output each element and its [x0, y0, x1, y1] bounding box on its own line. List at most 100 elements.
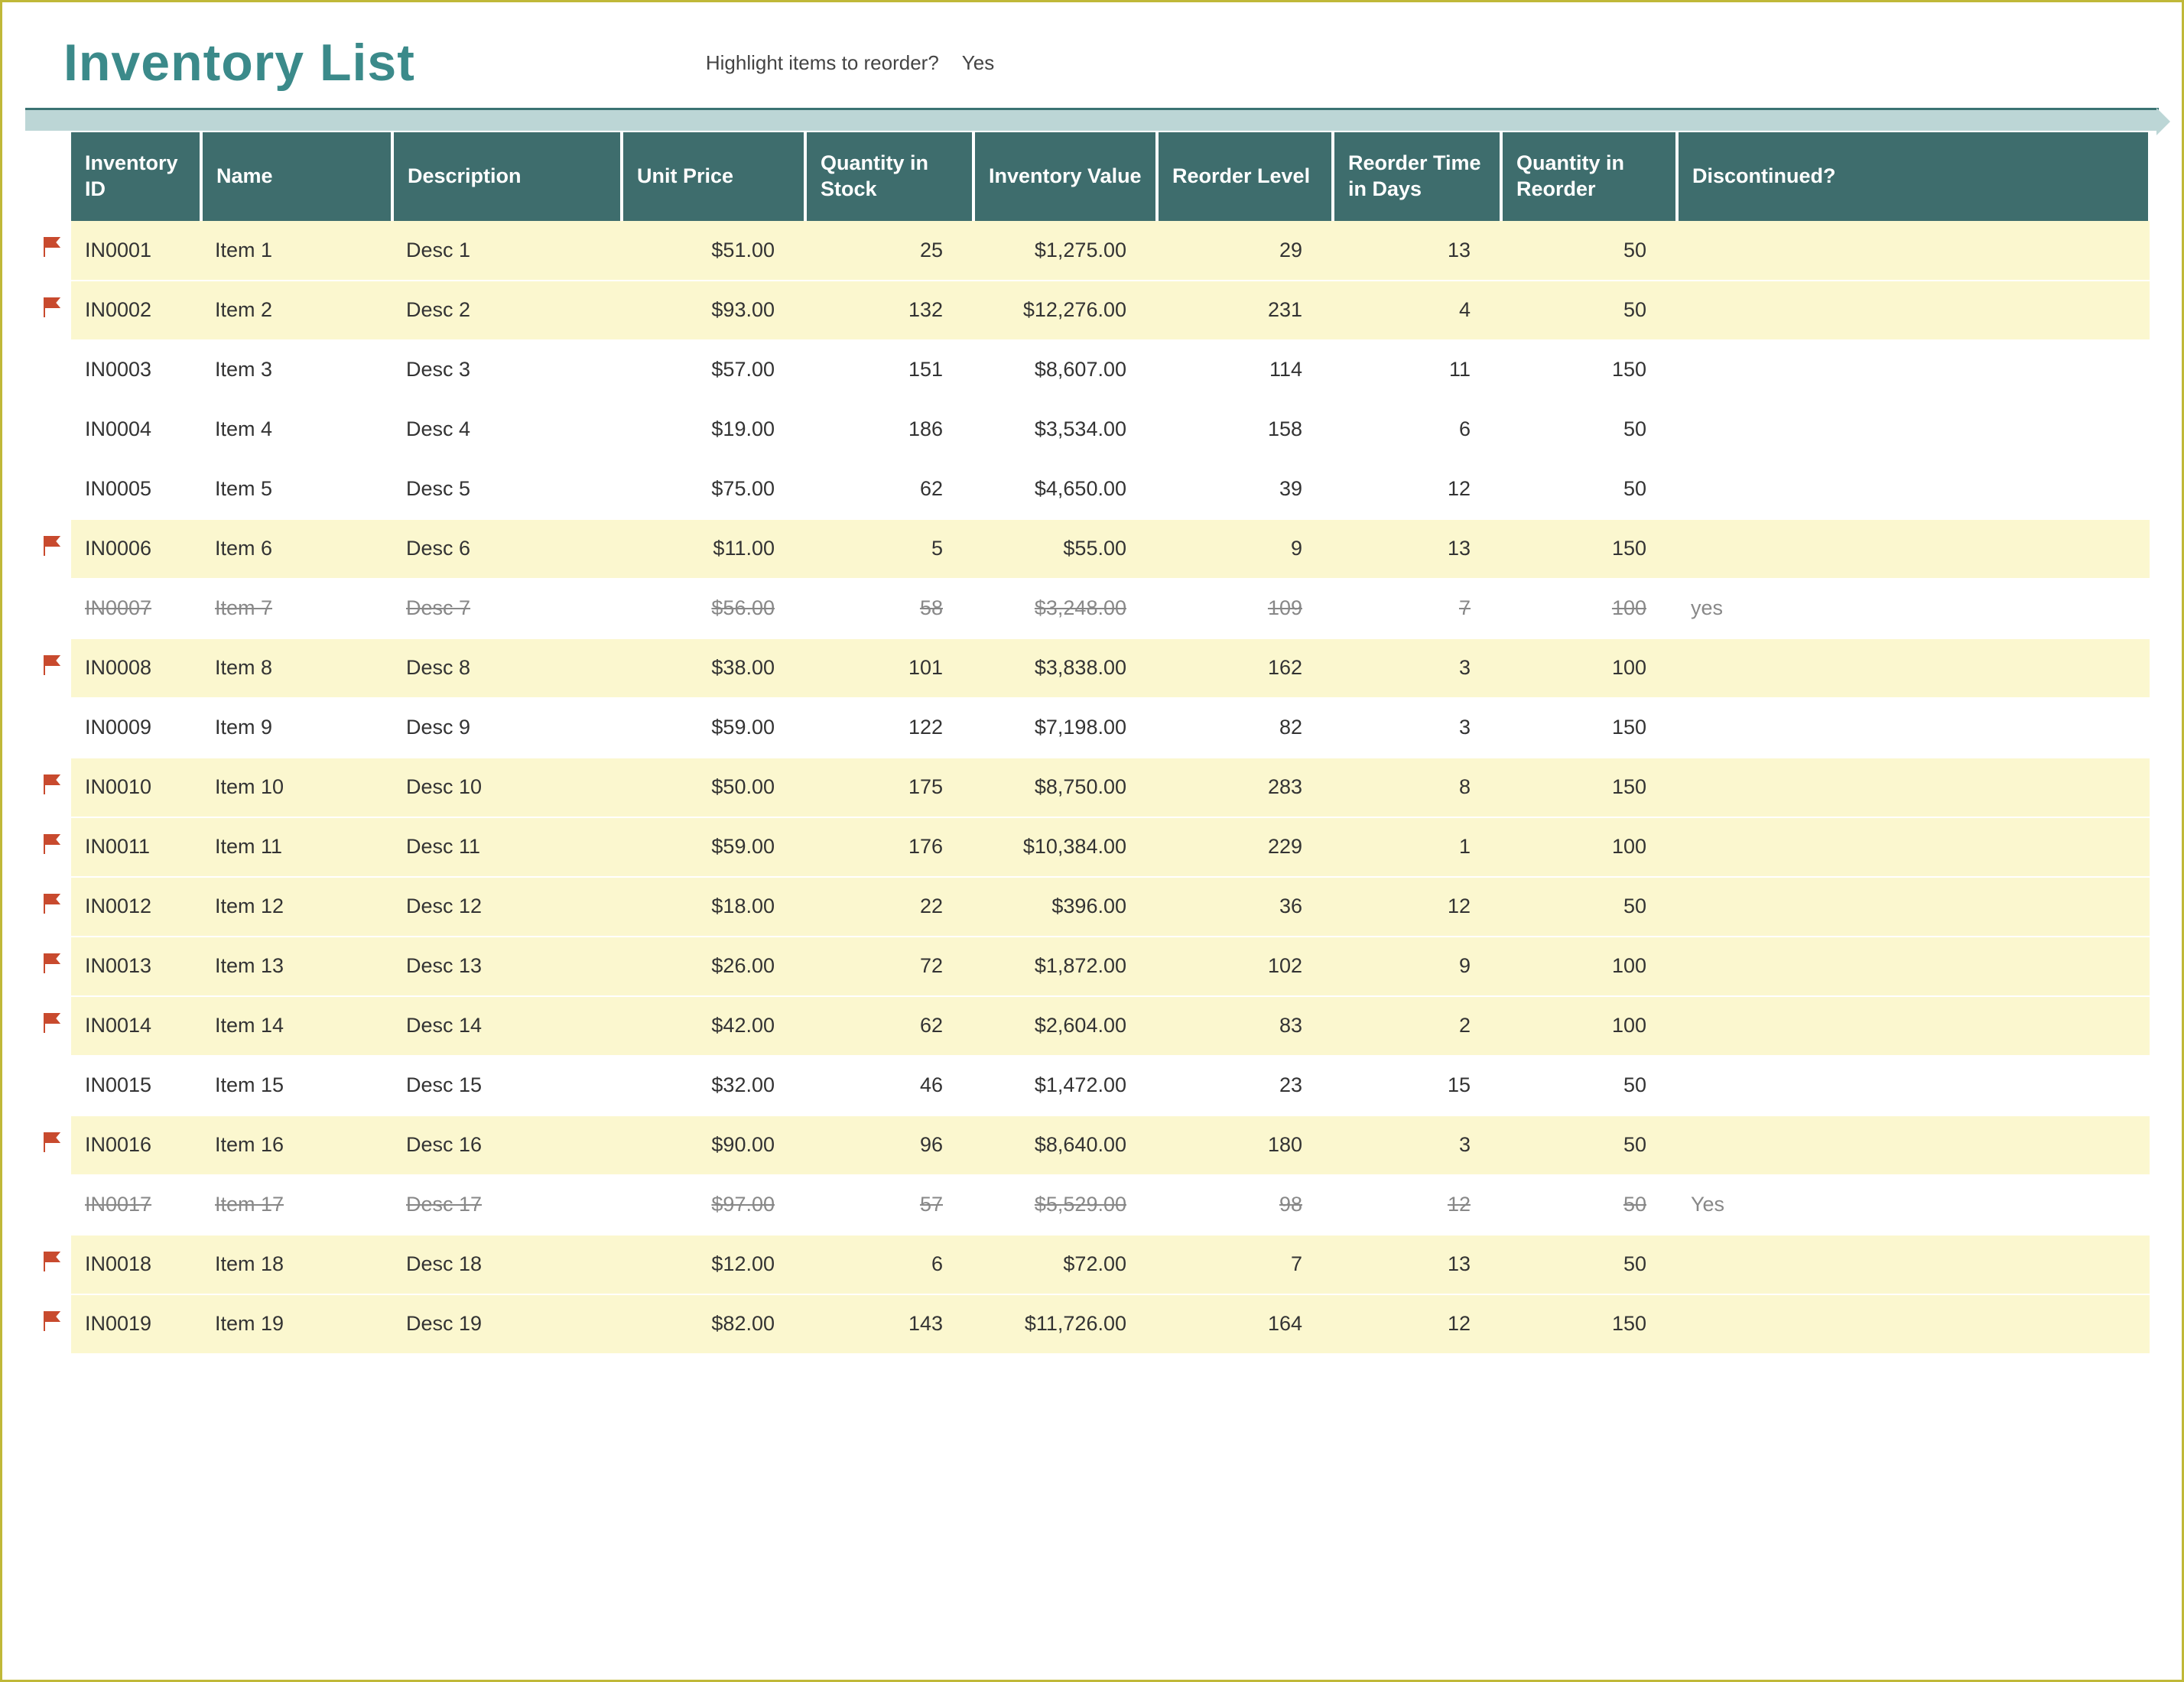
table-row[interactable]: IN0018Item 18Desc 18$12.006$72.0071350: [33, 1235, 2150, 1294]
cell-desc[interactable]: Desc 5: [392, 459, 622, 519]
cell-id[interactable]: IN0018: [71, 1235, 201, 1294]
cell-name[interactable]: Item 5: [201, 459, 392, 519]
cell-qtyreorder[interactable]: 100: [1501, 817, 1677, 877]
cell-desc[interactable]: Desc 11: [392, 817, 622, 877]
cell-days[interactable]: 3: [1333, 1115, 1501, 1175]
cell-desc[interactable]: Desc 15: [392, 1056, 622, 1115]
cell-days[interactable]: 3: [1333, 638, 1501, 698]
cell-price[interactable]: $90.00: [622, 1115, 805, 1175]
cell-id[interactable]: IN0012: [71, 877, 201, 937]
cell-qty[interactable]: 176: [805, 817, 973, 877]
cell-price[interactable]: $51.00: [622, 221, 805, 281]
cell-price[interactable]: $19.00: [622, 400, 805, 459]
cell-discontinued[interactable]: [1677, 817, 2150, 877]
cell-name[interactable]: Item 19: [201, 1294, 392, 1354]
cell-qtyreorder[interactable]: 150: [1501, 1294, 1677, 1354]
cell-reorder[interactable]: 83: [1157, 996, 1333, 1056]
cell-days[interactable]: 13: [1333, 221, 1501, 281]
cell-desc[interactable]: Desc 9: [392, 698, 622, 758]
cell-qtyreorder[interactable]: 50: [1501, 1115, 1677, 1175]
cell-name[interactable]: Item 4: [201, 400, 392, 459]
cell-reorder[interactable]: 36: [1157, 877, 1333, 937]
cell-days[interactable]: 15: [1333, 1056, 1501, 1115]
cell-reorder[interactable]: 9: [1157, 519, 1333, 579]
table-row[interactable]: IN0019Item 19Desc 19$82.00143$11,726.001…: [33, 1294, 2150, 1354]
cell-id[interactable]: IN0004: [71, 400, 201, 459]
cell-price[interactable]: $82.00: [622, 1294, 805, 1354]
col-discontinued[interactable]: Discontinued?: [1677, 132, 2150, 221]
table-row[interactable]: IN0016Item 16Desc 16$90.0096$8,640.00180…: [33, 1115, 2150, 1175]
cell-discontinued[interactable]: [1677, 698, 2150, 758]
table-row[interactable]: IN0009Item 9Desc 9$59.00122$7,198.008231…: [33, 698, 2150, 758]
cell-desc[interactable]: Desc 7: [392, 579, 622, 638]
cell-qty[interactable]: 101: [805, 638, 973, 698]
cell-name[interactable]: Item 2: [201, 281, 392, 340]
cell-id[interactable]: IN0017: [71, 1175, 201, 1235]
table-row[interactable]: IN0015Item 15Desc 15$32.0046$1,472.00231…: [33, 1056, 2150, 1115]
cell-days[interactable]: 13: [1333, 1235, 1501, 1294]
col-id[interactable]: Inventory ID: [71, 132, 201, 221]
cell-price[interactable]: $11.00: [622, 519, 805, 579]
cell-reorder[interactable]: 29: [1157, 221, 1333, 281]
cell-discontinued[interactable]: [1677, 340, 2150, 400]
cell-days[interactable]: 8: [1333, 758, 1501, 817]
cell-discontinued[interactable]: [1677, 996, 2150, 1056]
cell-days[interactable]: 12: [1333, 1294, 1501, 1354]
cell-reorder[interactable]: 109: [1157, 579, 1333, 638]
cell-qtyreorder[interactable]: 50: [1501, 1235, 1677, 1294]
cell-qty[interactable]: 58: [805, 579, 973, 638]
cell-qtyreorder[interactable]: 100: [1501, 638, 1677, 698]
table-row[interactable]: IN0007Item 7Desc 7$56.0058$3,248.0010971…: [33, 579, 2150, 638]
cell-id[interactable]: IN0010: [71, 758, 201, 817]
table-row[interactable]: IN0004Item 4Desc 4$19.00186$3,534.001586…: [33, 400, 2150, 459]
col-value[interactable]: Inventory Value: [973, 132, 1157, 221]
cell-days[interactable]: 12: [1333, 459, 1501, 519]
cell-name[interactable]: Item 10: [201, 758, 392, 817]
cell-name[interactable]: Item 8: [201, 638, 392, 698]
cell-qtyreorder[interactable]: 50: [1501, 221, 1677, 281]
cell-discontinued[interactable]: yes: [1677, 579, 2150, 638]
cell-qty[interactable]: 22: [805, 877, 973, 937]
cell-desc[interactable]: Desc 8: [392, 638, 622, 698]
cell-id[interactable]: IN0006: [71, 519, 201, 579]
cell-days[interactable]: 6: [1333, 400, 1501, 459]
cell-value[interactable]: $10,384.00: [973, 817, 1157, 877]
cell-reorder[interactable]: 23: [1157, 1056, 1333, 1115]
cell-discontinued[interactable]: [1677, 758, 2150, 817]
cell-value[interactable]: $5,529.00: [973, 1175, 1157, 1235]
cell-days[interactable]: 11: [1333, 340, 1501, 400]
cell-id[interactable]: IN0002: [71, 281, 201, 340]
cell-discontinued[interactable]: [1677, 519, 2150, 579]
cell-price[interactable]: $38.00: [622, 638, 805, 698]
cell-qtyreorder[interactable]: 150: [1501, 758, 1677, 817]
cell-qty[interactable]: 62: [805, 459, 973, 519]
cell-id[interactable]: IN0007: [71, 579, 201, 638]
cell-value[interactable]: $8,640.00: [973, 1115, 1157, 1175]
cell-desc[interactable]: Desc 10: [392, 758, 622, 817]
table-row[interactable]: IN0013Item 13Desc 13$26.0072$1,872.00102…: [33, 937, 2150, 996]
table-row[interactable]: IN0017Item 17Desc 17$97.0057$5,529.00981…: [33, 1175, 2150, 1235]
cell-value[interactable]: $4,650.00: [973, 459, 1157, 519]
table-row[interactable]: IN0011Item 11Desc 11$59.00176$10,384.002…: [33, 817, 2150, 877]
cell-days[interactable]: 4: [1333, 281, 1501, 340]
cell-value[interactable]: $3,838.00: [973, 638, 1157, 698]
cell-discontinued[interactable]: [1677, 1294, 2150, 1354]
cell-qtyreorder[interactable]: 150: [1501, 519, 1677, 579]
cell-qty[interactable]: 132: [805, 281, 973, 340]
cell-reorder[interactable]: 7: [1157, 1235, 1333, 1294]
col-desc[interactable]: Description: [392, 132, 622, 221]
cell-price[interactable]: $32.00: [622, 1056, 805, 1115]
cell-qtyreorder[interactable]: 50: [1501, 1056, 1677, 1115]
cell-desc[interactable]: Desc 6: [392, 519, 622, 579]
table-row[interactable]: IN0001Item 1Desc 1$51.0025$1,275.0029135…: [33, 221, 2150, 281]
cell-qty[interactable]: 143: [805, 1294, 973, 1354]
cell-name[interactable]: Item 12: [201, 877, 392, 937]
cell-value[interactable]: $11,726.00: [973, 1294, 1157, 1354]
cell-price[interactable]: $59.00: [622, 817, 805, 877]
cell-id[interactable]: IN0019: [71, 1294, 201, 1354]
cell-name[interactable]: Item 15: [201, 1056, 392, 1115]
cell-reorder[interactable]: 102: [1157, 937, 1333, 996]
table-row[interactable]: IN0006Item 6Desc 6$11.005$55.00913150: [33, 519, 2150, 579]
cell-value[interactable]: $7,198.00: [973, 698, 1157, 758]
table-row[interactable]: IN0012Item 12Desc 12$18.0022$396.0036125…: [33, 877, 2150, 937]
